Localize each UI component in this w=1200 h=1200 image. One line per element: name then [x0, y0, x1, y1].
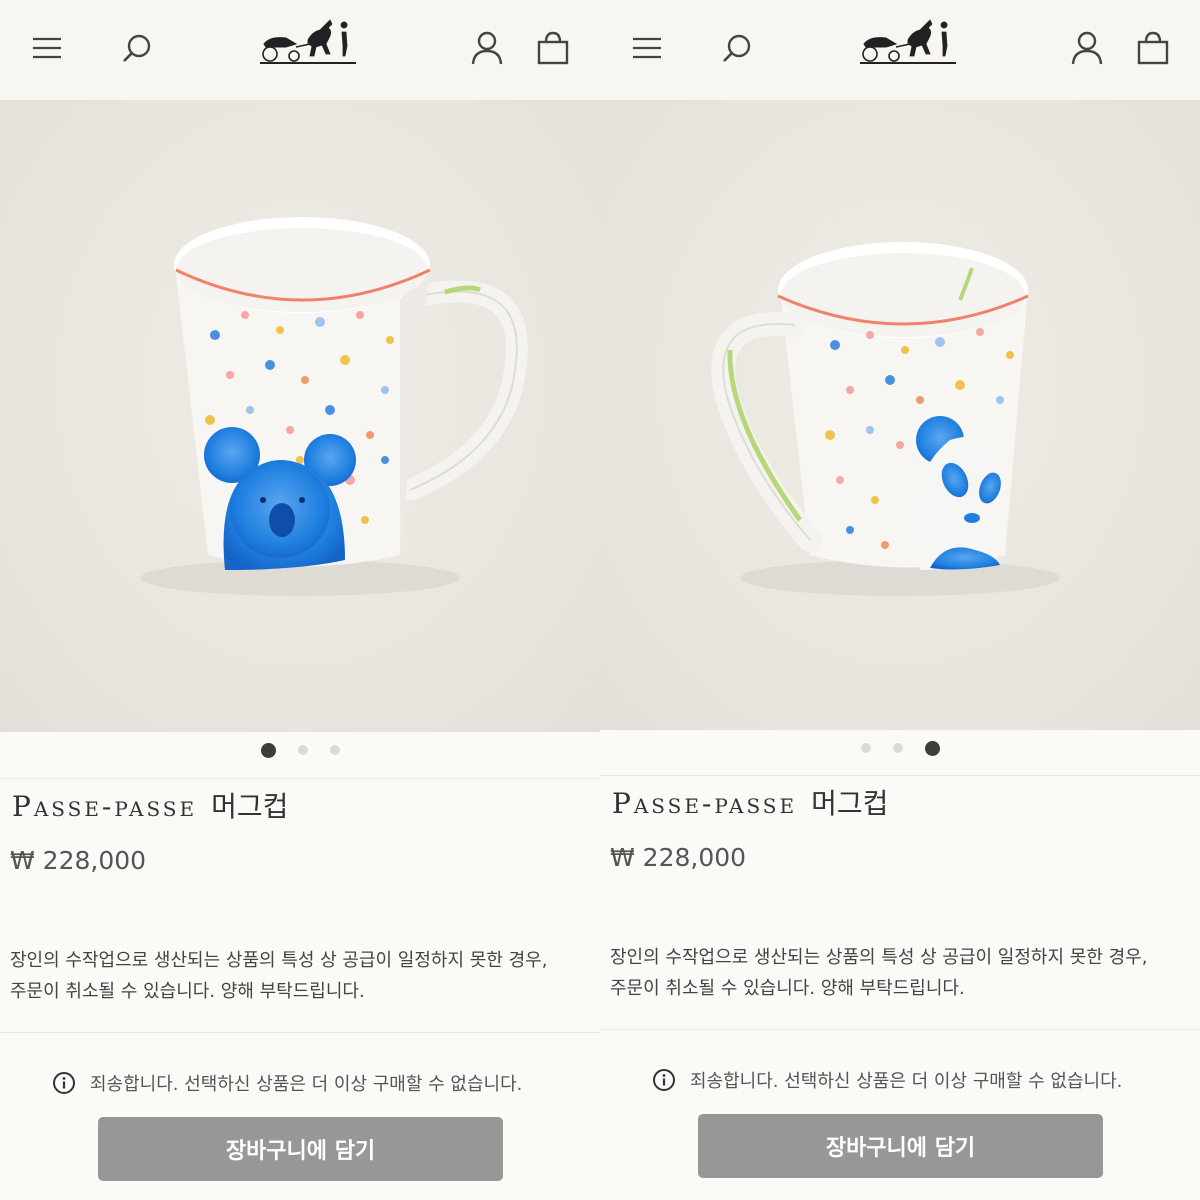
- hamburger-icon[interactable]: [30, 32, 62, 64]
- product-image-panda-mug[interactable]: [600, 100, 1200, 730]
- shopping-bag-icon[interactable]: [536, 30, 570, 66]
- notice-line: 장인의 수작업으로 생산되는 상품의 특성 상 공급이 일정하지 못한 경우,: [10, 950, 548, 971]
- carousel-dot[interactable]: [329, 745, 340, 755]
- soldout-message: 죄송합니다. 선택하신 상품은 더 이상 구매할 수 없습니다.: [52, 1070, 522, 1096]
- soldout-message: 죄송합니다. 선택하신 상품은 더 이상 구매할 수 없습니다.: [652, 1067, 1122, 1093]
- notice-line: 주문이 취소될 수 있습니다. 양해 부탁드립니다.: [610, 978, 965, 999]
- search-icon[interactable]: [120, 32, 154, 66]
- product-title-korean: 머그컵: [811, 787, 889, 820]
- carousel-dot[interactable]: [860, 743, 871, 753]
- product-title-korean: 머그컵: [211, 790, 289, 823]
- notice-line: 장인의 수작업으로 생산되는 상품의 특성 상 공급이 일정하지 못한 경우,: [610, 947, 1148, 968]
- product-title-latin: Passe-passe: [12, 790, 198, 823]
- info-icon: [652, 1068, 676, 1092]
- product-title-latin: Passe-passe: [612, 787, 798, 820]
- divider: [600, 1029, 1200, 1030]
- search-icon[interactable]: [720, 32, 754, 66]
- hermes-carriage-logo[interactable]: [856, 14, 960, 66]
- site-header: [0, 0, 600, 100]
- hamburger-icon[interactable]: [630, 32, 662, 64]
- user-icon[interactable]: [470, 30, 504, 66]
- carousel-dots: [0, 740, 600, 760]
- add-to-cart-button[interactable]: 장바구니에 담기: [98, 1117, 503, 1181]
- product-price: ₩ 228,000: [10, 846, 147, 875]
- carousel-dot[interactable]: [260, 742, 276, 758]
- carousel-dot[interactable]: [924, 740, 940, 756]
- add-to-cart-button[interactable]: 장바구니에 담기: [698, 1114, 1103, 1178]
- shopping-bag-icon[interactable]: [1136, 30, 1170, 66]
- hermes-carriage-logo[interactable]: [256, 14, 360, 66]
- divider: [600, 775, 1200, 776]
- carousel-dot[interactable]: [297, 745, 308, 755]
- divider: [0, 778, 600, 779]
- product-price: ₩ 228,000: [610, 843, 747, 872]
- carousel-dot[interactable]: [892, 743, 903, 753]
- soldout-text: 죄송합니다. 선택하신 상품은 더 이상 구매할 수 없습니다.: [690, 1071, 1123, 1092]
- product-image-koala-mug[interactable]: [0, 100, 600, 732]
- user-icon[interactable]: [1070, 30, 1104, 66]
- handmade-notice: 장인의 수작업으로 생산되는 상품의 특성 상 공급이 일정하지 못한 경우, …: [610, 942, 1190, 1004]
- info-icon: [52, 1071, 76, 1095]
- product-title: Passe-passe 머그컵: [12, 785, 288, 825]
- soldout-text: 죄송합니다. 선택하신 상품은 더 이상 구매할 수 없습니다.: [90, 1074, 523, 1095]
- notice-line: 주문이 취소될 수 있습니다. 양해 부탁드립니다.: [10, 981, 365, 1002]
- carousel-dots: [600, 738, 1200, 758]
- handmade-notice: 장인의 수작업으로 생산되는 상품의 특성 상 공급이 일정하지 못한 경우, …: [10, 945, 590, 1007]
- product-title: Passe-passe 머그컵: [612, 782, 888, 822]
- product-panel-left: Passe-passe 머그컵 ₩ 228,000 장인의 수작업으로 생산되는 …: [0, 0, 600, 1200]
- product-panel-right: Passe-passe 머그컵 ₩ 228,000 장인의 수작업으로 생산되는 …: [600, 0, 1200, 1200]
- site-header: [600, 0, 1200, 100]
- divider: [0, 1032, 600, 1033]
